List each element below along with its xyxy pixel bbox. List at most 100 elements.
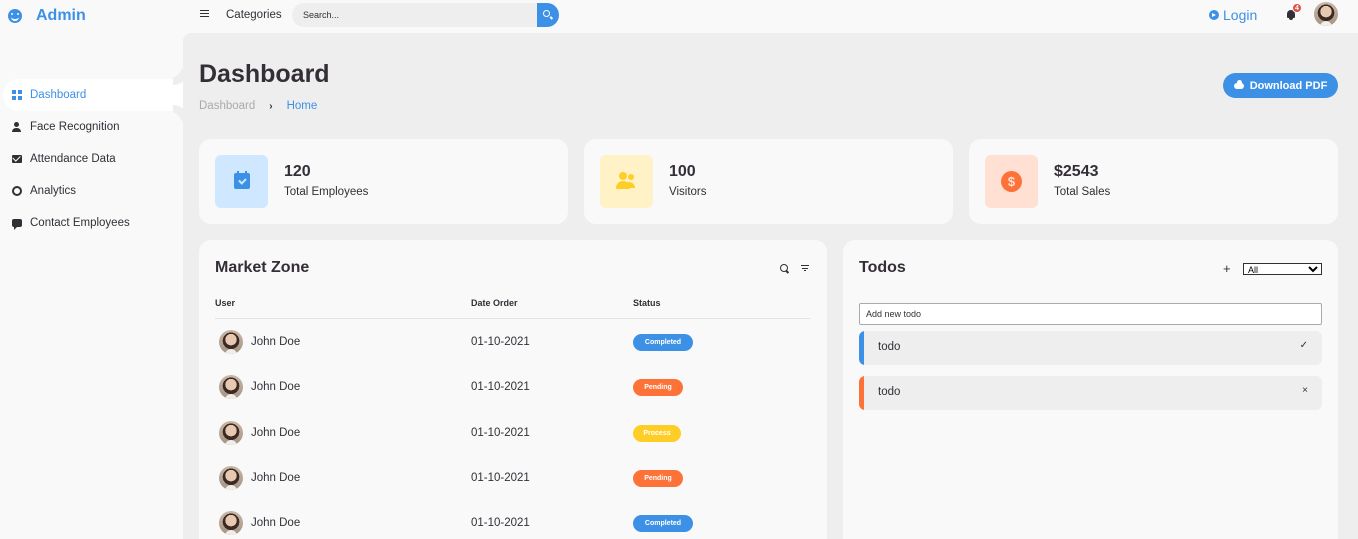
filter-icon[interactable] xyxy=(801,265,809,271)
login-link[interactable]: Login xyxy=(1209,7,1257,23)
sidebar-item-face-recognition[interactable]: Face Recognition xyxy=(0,111,183,143)
todo-item[interactable]: todo ✓ xyxy=(859,331,1322,365)
stat-icon-box xyxy=(215,155,268,208)
status-badge: Completed xyxy=(633,334,693,351)
column-header-user: User xyxy=(215,298,236,308)
close-icon[interactable]: × xyxy=(1302,385,1308,396)
search-button[interactable] xyxy=(537,3,559,27)
sidebar-item-label: Contact Employees xyxy=(30,217,130,229)
page-title: Dashboard xyxy=(199,60,330,88)
todos-panel: Todos + All todo ✓ todo × xyxy=(843,240,1338,539)
order-date: 01-10-2021 xyxy=(471,381,530,393)
sidebar-item-label: Attendance Data xyxy=(30,153,116,165)
search-input[interactable] xyxy=(292,3,537,27)
calendar-check-icon xyxy=(234,171,250,189)
smile-icon xyxy=(8,9,22,23)
market-zone-panel: Market Zone User Date Order Status John … xyxy=(199,240,827,539)
order-date: 01-10-2021 xyxy=(471,336,530,348)
login-label: Login xyxy=(1223,7,1258,23)
user-name: John Doe xyxy=(251,381,301,393)
order-date: 01-10-2021 xyxy=(471,472,530,484)
check-icon[interactable]: ✓ xyxy=(1300,340,1308,351)
todo-filter-select[interactable]: All xyxy=(1243,263,1322,275)
column-header-status: Status xyxy=(633,298,661,308)
sidebar-item-dashboard[interactable]: Dashboard xyxy=(3,79,183,111)
column-header-date: Date Order xyxy=(471,298,518,308)
stat-value: $2543 xyxy=(1054,163,1099,180)
login-icon xyxy=(1209,10,1219,20)
stat-card-employees: 120 Total Employees xyxy=(199,139,568,224)
breadcrumb-home[interactable]: Home xyxy=(287,100,318,112)
search-icon[interactable] xyxy=(780,264,788,272)
todo-status-bar xyxy=(859,376,864,410)
stat-card-visitors: 100 Visitors xyxy=(584,139,953,224)
table-row[interactable]: John Doe 01-10-2021 Pending xyxy=(215,375,810,415)
analytics-icon xyxy=(12,186,22,196)
panel-title: Market Zone xyxy=(215,259,310,276)
dashboard-icon xyxy=(12,90,22,100)
add-todo-icon[interactable]: + xyxy=(1223,261,1231,276)
brand[interactable]: Admin xyxy=(8,5,86,27)
todo-status-bar xyxy=(859,331,864,365)
breadcrumb-dashboard[interactable]: Dashboard xyxy=(199,100,255,112)
breadcrumb: Dashboard › Home xyxy=(199,100,317,112)
categories-link[interactable]: Categories xyxy=(226,9,282,21)
stat-card-sales: $ $2543 Total Sales xyxy=(969,139,1338,224)
dollar-icon: $ xyxy=(1001,171,1022,192)
stat-icon-box: $ xyxy=(985,155,1038,208)
stat-value: 100 xyxy=(669,163,696,180)
table-row[interactable]: John Doe 01-10-2021 Completed xyxy=(215,511,810,539)
stat-icon-box xyxy=(600,155,653,208)
sidebar-item-analytics[interactable]: Analytics xyxy=(0,175,183,207)
sidebar-item-label: Analytics xyxy=(30,185,77,197)
download-pdf-button[interactable]: Download PDF xyxy=(1223,73,1338,98)
sidebar-item-contact-employees[interactable]: Contact Employees xyxy=(0,207,183,239)
stat-value: 120 xyxy=(284,163,311,180)
profile-avatar[interactable] xyxy=(1314,2,1338,26)
status-badge: Process xyxy=(633,425,681,442)
todo-item[interactable]: todo × xyxy=(859,376,1322,410)
top-nav: Categories Login 4 xyxy=(183,0,1358,33)
sidebar-item-label: Face Recognition xyxy=(30,121,120,133)
user-name: John Doe xyxy=(251,336,301,348)
stat-label: Visitors xyxy=(669,186,707,198)
sidebar-item-attendance-data[interactable]: Attendance Data xyxy=(0,143,183,175)
user-icon xyxy=(12,122,22,132)
stat-label: Total Employees xyxy=(284,186,369,198)
table-row[interactable]: John Doe 01-10-2021 Process xyxy=(215,421,810,461)
avatar xyxy=(219,466,243,490)
user-name: John Doe xyxy=(251,472,301,484)
avatar xyxy=(219,330,243,354)
chat-icon xyxy=(12,219,22,230)
notification-button[interactable]: 4 xyxy=(1285,3,1302,21)
avatar xyxy=(219,511,243,535)
table-row[interactable]: John Doe 01-10-2021 Pending xyxy=(215,466,810,506)
table-divider xyxy=(215,318,810,319)
avatar xyxy=(219,421,243,445)
sidebar-item-label: Dashboard xyxy=(30,89,87,101)
status-badge: Completed xyxy=(633,515,693,532)
todo-text: todo xyxy=(878,386,901,398)
envelope-icon xyxy=(12,155,22,163)
brand-name: Admin xyxy=(36,7,86,24)
search-icon xyxy=(543,10,550,17)
chevron-right-icon: › xyxy=(269,100,273,112)
avatar xyxy=(219,375,243,399)
menu-icon[interactable] xyxy=(200,10,209,17)
side-menu: Dashboard Face Recognition Attendance Da… xyxy=(0,79,183,239)
user-name: John Doe xyxy=(251,517,301,529)
user-name: John Doe xyxy=(251,427,301,439)
cloud-download-icon xyxy=(1233,79,1244,89)
status-badge: Pending xyxy=(633,379,683,396)
download-label: Download PDF xyxy=(1249,79,1328,92)
stat-label: Total Sales xyxy=(1054,186,1111,198)
todo-text: todo xyxy=(878,341,901,353)
notification-badge: 4 xyxy=(1292,3,1302,13)
order-date: 01-10-2021 xyxy=(471,517,530,529)
table-row[interactable]: John Doe 01-10-2021 Completed xyxy=(215,330,810,370)
search-form xyxy=(292,3,559,27)
new-todo-input[interactable] xyxy=(859,303,1322,325)
group-icon xyxy=(616,172,636,190)
sidebar: Admin Dashboard Face Recognition Attenda… xyxy=(0,0,183,539)
panel-title: Todos xyxy=(859,259,906,276)
